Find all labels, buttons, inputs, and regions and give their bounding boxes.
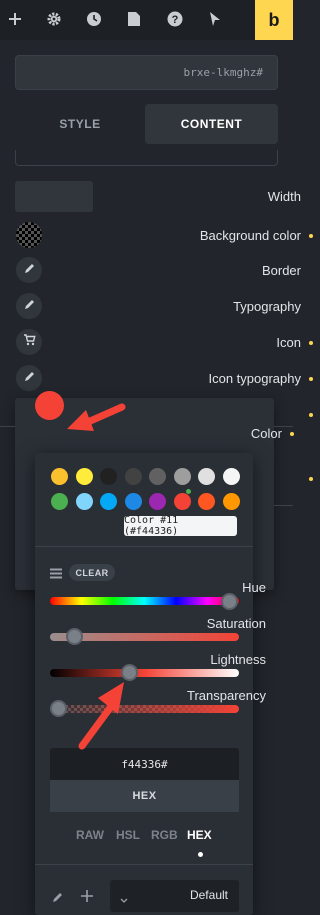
tab-style[interactable]: STYLE <box>15 104 145 144</box>
changed-indicator <box>290 432 294 436</box>
color-swatch[interactable] <box>75 493 93 510</box>
icon-label: Icon <box>276 335 301 350</box>
pencil-icon <box>24 369 35 387</box>
mode-raw[interactable]: RAW <box>76 828 104 842</box>
color-label: Color <box>250 426 282 441</box>
changed-indicator <box>309 413 313 417</box>
divider <box>274 505 293 506</box>
color-swatch[interactable] <box>198 493 215 510</box>
pencil-icon[interactable] <box>52 890 63 908</box>
transparency-thumb[interactable] <box>50 700 67 717</box>
color-swatch[interactable] <box>222 493 240 510</box>
top-toolbar: ? b <box>0 0 293 40</box>
color-swatch[interactable] <box>173 493 191 510</box>
changed-indicator <box>309 477 313 481</box>
color-swatch[interactable] <box>124 468 142 485</box>
color-swatch[interactable] <box>124 493 142 510</box>
hue-thumb[interactable] <box>221 593 238 610</box>
swatch-tooltip: Color #11 (#f44336) <box>124 515 237 537</box>
pencil-icon <box>24 261 35 279</box>
palette-select-value: Default <box>189 888 228 902</box>
cursor-icon[interactable] <box>206 10 224 28</box>
mode-rgb[interactable]: RGB <box>151 828 178 842</box>
saturation-thumb[interactable] <box>66 628 83 645</box>
color-swatch[interactable] <box>51 493 68 510</box>
icon-typography-label: Icon typography <box>208 371 301 386</box>
page-icon[interactable] <box>125 10 143 28</box>
color-swatch[interactable] <box>75 468 93 485</box>
saturation-label: Saturation <box>206 616 266 631</box>
mode-hex[interactable]: HEX <box>187 828 212 842</box>
brand-logo[interactable]: b <box>255 0 293 40</box>
palette-select[interactable]: Default <box>110 880 239 912</box>
width-input[interactable] <box>15 181 93 212</box>
divider <box>35 546 253 547</box>
divider <box>0 426 15 427</box>
transparency-label: Transparency <box>187 688 266 703</box>
typography-edit-button[interactable] <box>16 293 42 319</box>
changed-indicator <box>309 341 313 345</box>
help-icon[interactable]: ? <box>166 10 184 28</box>
changed-indicator <box>309 234 313 238</box>
swatch-list-icon[interactable] <box>50 566 62 584</box>
svg-text:?: ? <box>172 14 179 26</box>
collapsed-control-edge <box>15 150 278 166</box>
transparency-slider[interactable] <box>50 705 239 713</box>
color-swatch[interactable] <box>149 468 166 485</box>
background-color-label: Background color <box>199 228 301 243</box>
color-swatch[interactable] <box>198 468 215 485</box>
color-swatch[interactable] <box>100 468 117 485</box>
hue-label: Hue <box>242 580 266 595</box>
changed-indicator <box>309 377 313 381</box>
gear-icon[interactable] <box>45 10 63 28</box>
lightness-label: Lightness <box>210 652 266 667</box>
active-mode-indicator <box>198 852 203 857</box>
divider <box>35 864 253 865</box>
panel-tabs: STYLE CONTENT <box>15 104 278 144</box>
border-edit-button[interactable] <box>16 257 42 283</box>
clear-button[interactable]: CLEAR <box>69 564 115 581</box>
background-color-swatch[interactable] <box>16 222 42 248</box>
lightness-slider[interactable] <box>50 669 239 677</box>
lightness-thumb[interactable] <box>121 664 138 681</box>
border-label: Border <box>261 263 301 278</box>
color-swatch[interactable] <box>51 468 68 485</box>
width-label: Width <box>267 189 301 204</box>
color-swatch[interactable] <box>222 468 240 485</box>
format-label: HEX <box>50 780 239 812</box>
pencil-icon <box>24 297 35 315</box>
hue-slider[interactable] <box>50 597 239 605</box>
tab-content[interactable]: CONTENT <box>145 104 278 144</box>
selected-swatch-marker <box>186 489 191 494</box>
color-swatch-button[interactable] <box>35 391 64 420</box>
typography-label: Typography <box>233 299 301 314</box>
color-swatch[interactable] <box>100 493 117 510</box>
color-swatch[interactable] <box>149 493 166 510</box>
icon-picker-button[interactable] <box>16 329 42 355</box>
mode-hsl[interactable]: HSL <box>116 828 140 842</box>
clock-icon[interactable] <box>85 10 103 28</box>
plus-icon[interactable] <box>81 889 93 907</box>
icon-typography-edit-button[interactable] <box>16 365 42 391</box>
chevron-down-icon <box>120 891 128 909</box>
cart-icon <box>23 333 36 351</box>
color-swatch[interactable] <box>173 468 191 485</box>
plus-icon[interactable] <box>6 10 24 28</box>
element-id-field[interactable]: brxe-lkmghz# <box>15 55 278 90</box>
hex-value-input[interactable]: f44336# <box>50 748 239 780</box>
